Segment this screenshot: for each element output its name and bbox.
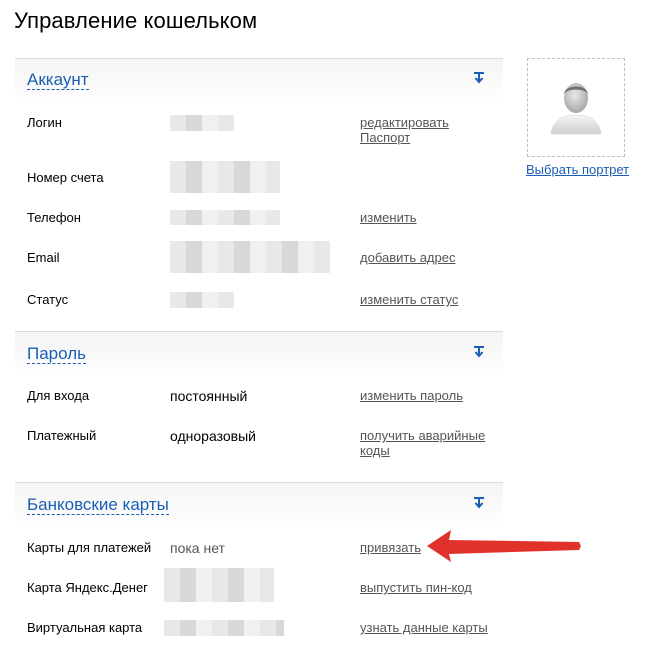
page-title: Управление кошельком xyxy=(14,8,258,33)
portrait-placeholder[interactable] xyxy=(527,58,625,157)
login-password-value: постоянный xyxy=(170,388,248,404)
login-value-redacted xyxy=(170,115,234,131)
passport-link[interactable]: Паспорт xyxy=(360,130,410,145)
password-row-login: Для входа постоянный изменить пароль xyxy=(27,388,497,408)
cards-row-yandex: Карта Яндекс.Денег выпустить пин-код xyxy=(27,568,497,602)
change-password-link[interactable]: изменить пароль xyxy=(360,388,463,403)
email-label: Email xyxy=(27,250,60,265)
collapse-icon[interactable] xyxy=(473,346,485,360)
link-card-link[interactable]: привязать xyxy=(360,540,421,555)
section-header-background xyxy=(15,332,503,376)
change-phone-link[interactable]: изменить xyxy=(360,210,417,225)
card-details-link[interactable]: узнать данные карты xyxy=(360,620,488,635)
virtual-card-label: Виртуальная карта xyxy=(27,620,143,635)
account-number-label: Номер счета xyxy=(27,170,104,185)
payment-password-label: Платежный xyxy=(27,428,97,443)
status-label: Статус xyxy=(27,292,69,307)
account-row-status: Статус изменить статус xyxy=(27,292,497,312)
emergency-codes-link-line2[interactable]: коды xyxy=(360,443,390,458)
account-row-email: Email добавить адрес xyxy=(27,241,497,273)
emergency-codes-link[interactable]: получить аварийные xyxy=(360,428,485,443)
annotation-arrow-icon xyxy=(427,530,581,562)
issue-pin-link[interactable]: выпустить пин-код xyxy=(360,580,472,595)
account-number-value-redacted xyxy=(170,161,280,193)
email-value-redacted xyxy=(170,241,330,273)
add-email-link[interactable]: добавить адрес xyxy=(360,250,455,265)
phone-label: Телефон xyxy=(27,210,81,225)
payment-cards-value: пока нет xyxy=(170,540,225,556)
account-row-phone: Телефон изменить xyxy=(27,210,497,230)
account-row-login: Логин редактировать Паспорт xyxy=(27,115,497,145)
choose-portrait-link[interactable]: Выбрать портрет xyxy=(526,162,629,177)
user-silhouette-icon xyxy=(545,74,607,141)
payment-cards-label: Карты для платежей xyxy=(27,540,152,555)
yandex-card-value-redacted xyxy=(164,568,274,602)
yandex-card-label: Карта Яндекс.Денег xyxy=(27,580,148,595)
status-value-redacted xyxy=(170,292,234,308)
password-row-payment: Платежный одноразовый получить аварийные… xyxy=(27,428,497,458)
cards-row-virtual: Виртуальная карта узнать данные карты xyxy=(27,620,497,640)
login-password-label: Для входа xyxy=(27,388,90,403)
collapse-icon[interactable] xyxy=(473,497,485,511)
account-section: Аккаунт Логин редактировать Паспорт Номе… xyxy=(15,58,503,330)
password-section-title[interactable]: Пароль xyxy=(27,345,86,364)
password-section: Пароль Для входа постоянный изменить пар… xyxy=(15,331,503,481)
bank-cards-section: Банковские карты Карты для платежей пока… xyxy=(15,482,503,646)
virtual-card-value-redacted xyxy=(164,620,284,636)
bank-cards-section-title[interactable]: Банковские карты xyxy=(27,496,169,515)
edit-link[interactable]: редактировать xyxy=(360,115,449,130)
login-label: Логин xyxy=(27,115,62,130)
phone-value-redacted xyxy=(170,210,280,225)
account-section-title[interactable]: Аккаунт xyxy=(27,71,89,90)
account-row-number: Номер счета xyxy=(27,161,497,193)
change-status-link[interactable]: изменить статус xyxy=(360,292,458,307)
payment-password-value: одноразовый xyxy=(170,428,256,444)
collapse-icon[interactable] xyxy=(473,72,485,86)
